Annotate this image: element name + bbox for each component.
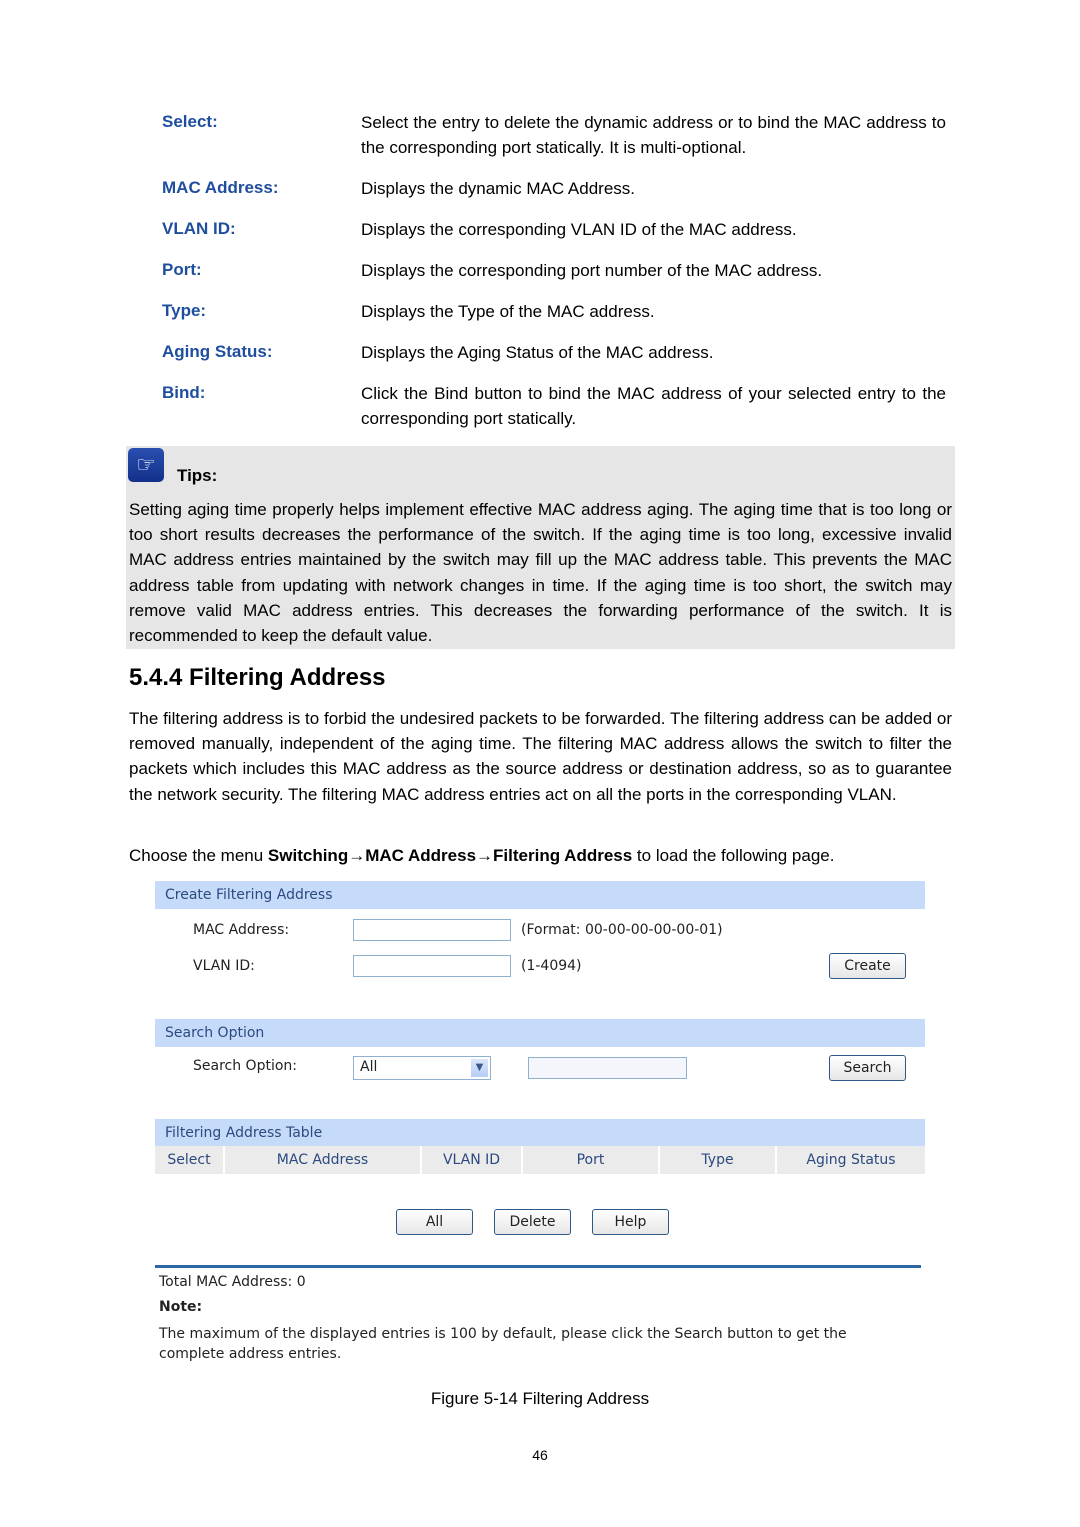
tips-title: Tips: bbox=[177, 466, 218, 485]
total-mac-count: Total MAC Address: 0 bbox=[159, 1274, 306, 1290]
desc-type: Displays the Type of the MAC address. bbox=[361, 302, 655, 321]
pointing-hand-icon: ☞ bbox=[128, 448, 164, 482]
mac-address-label: MAC Address: bbox=[193, 922, 290, 938]
menu-instruction: Choose the menu Switching→MAC Address→Fi… bbox=[129, 843, 952, 868]
table-section-header: Filtering Address Table bbox=[155, 1119, 925, 1147]
menu-path: Switching→MAC Address→Filtering Address bbox=[267, 846, 633, 865]
search-option-value: All bbox=[360, 1059, 378, 1075]
desc-aging-status: Displays the Aging Status of the MAC add… bbox=[361, 343, 714, 362]
desc-port: Displays the corresponding port number o… bbox=[361, 261, 823, 280]
tips-body: Setting aging time properly helps implem… bbox=[129, 500, 952, 646]
desc-vlan-id: Displays the corresponding VLAN ID of th… bbox=[361, 220, 797, 239]
term-vlan-id: VLAN ID: bbox=[162, 219, 236, 238]
create-button[interactable]: Create bbox=[829, 953, 906, 979]
note-body: The maximum of the displayed entries is … bbox=[159, 1326, 847, 1362]
search-section-header: Search Option bbox=[155, 1019, 925, 1047]
create-section-header: Create Filtering Address bbox=[155, 881, 925, 909]
vlan-range-hint: (1-4094) bbox=[521, 958, 582, 974]
section-intro: The filtering address is to forbid the u… bbox=[129, 709, 952, 804]
search-value-input[interactable] bbox=[528, 1057, 687, 1079]
menu-suffix: to load the following page. bbox=[632, 846, 835, 865]
col-port: Port bbox=[523, 1146, 660, 1174]
figure-caption: Figure 5-14 Filtering Address bbox=[430, 1389, 650, 1408]
term-bind: Bind: bbox=[162, 383, 206, 402]
col-mac-address: MAC Address bbox=[225, 1146, 422, 1174]
desc-select: Select the entry to delete the dynamic a… bbox=[361, 113, 946, 157]
select-all-button[interactable]: All bbox=[396, 1209, 473, 1235]
col-type: Type bbox=[660, 1146, 777, 1174]
vlan-id-input[interactable] bbox=[353, 955, 511, 977]
search-option-label: Search Option: bbox=[193, 1058, 297, 1074]
vlan-id-label: VLAN ID: bbox=[193, 958, 255, 974]
divider bbox=[155, 1265, 921, 1268]
chevron-down-icon[interactable]: ▼ bbox=[471, 1059, 488, 1077]
search-button[interactable]: Search bbox=[829, 1055, 906, 1081]
help-button[interactable]: Help bbox=[592, 1209, 669, 1235]
term-mac-address: MAC Address: bbox=[162, 178, 279, 197]
mac-address-input[interactable] bbox=[353, 919, 511, 941]
delete-button[interactable]: Delete bbox=[494, 1209, 571, 1235]
mac-format-hint: (Format: 00-00-00-00-00-01) bbox=[521, 922, 723, 938]
search-option-select[interactable]: All ▼ bbox=[353, 1056, 491, 1080]
term-type: Type: bbox=[162, 301, 207, 320]
term-select: Select: bbox=[162, 112, 218, 131]
col-select: Select bbox=[155, 1146, 225, 1174]
menu-prefix: Choose the menu bbox=[129, 846, 268, 865]
filtering-address-figure: Create Filtering Address MAC Address: (F… bbox=[155, 880, 925, 1370]
desc-bind: Click the Bind button to bind the MAC ad… bbox=[361, 384, 946, 428]
page-number: 46 bbox=[532, 1447, 548, 1463]
col-vlan-id: VLAN ID bbox=[422, 1146, 523, 1174]
term-aging-status: Aging Status: bbox=[162, 342, 273, 361]
note-title: Note: bbox=[159, 1299, 203, 1315]
section-heading: 5.4.4 Filtering Address bbox=[129, 664, 386, 691]
desc-mac-address: Displays the dynamic MAC Address. bbox=[361, 179, 635, 198]
table-header-row: Select MAC Address VLAN ID Port Type Agi… bbox=[155, 1146, 925, 1174]
term-port: Port: bbox=[162, 260, 202, 279]
col-aging-status: Aging Status bbox=[806, 1152, 896, 1168]
